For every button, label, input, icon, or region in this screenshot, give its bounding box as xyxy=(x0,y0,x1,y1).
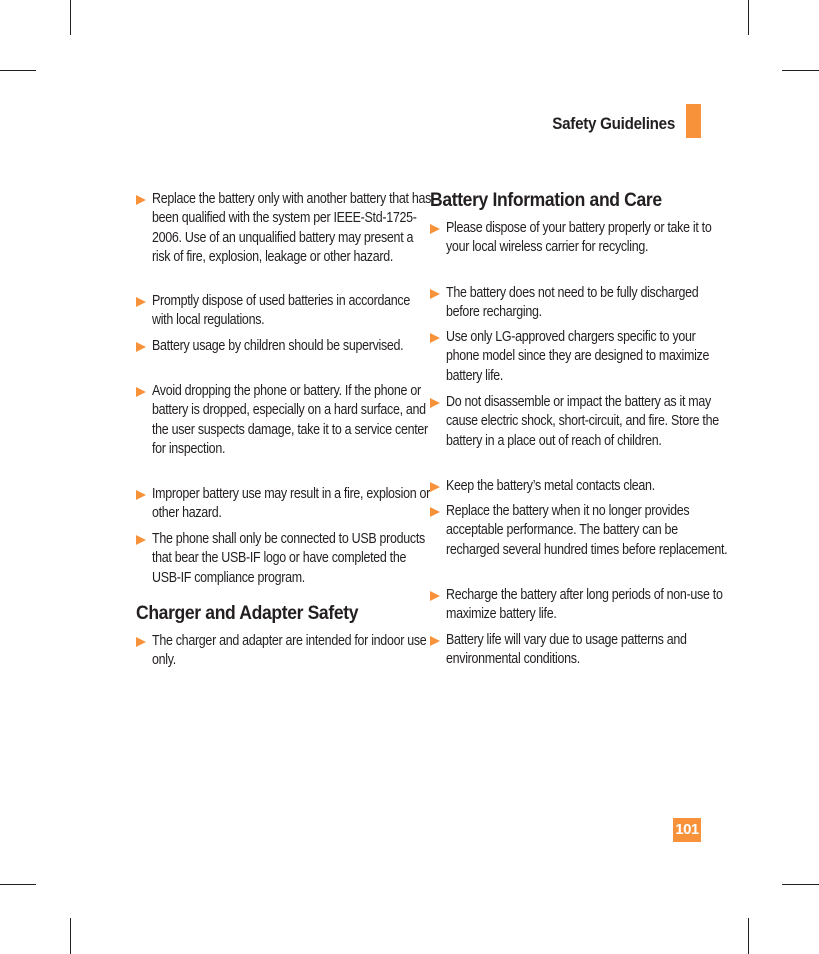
crop-mark-bottom-right-horizontal xyxy=(782,884,819,885)
bullet-arrow-icon xyxy=(136,195,146,205)
bullet-arrow-icon xyxy=(136,342,146,352)
crop-mark-top-right-horizontal xyxy=(782,70,819,71)
bullet-item: Use only LG-approved chargers specific t… xyxy=(430,328,710,386)
crop-mark-bottom-left-horizontal xyxy=(0,884,36,885)
bullet-item: Replace the battery when it no longer pr… xyxy=(430,502,728,560)
crop-mark-bottom-left-vertical xyxy=(70,918,71,954)
crop-mark-bottom-right-vertical xyxy=(748,918,749,954)
bullet-arrow-icon xyxy=(430,289,440,299)
bullet-arrow-icon xyxy=(136,535,146,545)
bullet-arrow-icon xyxy=(136,297,146,307)
bullet-arrow-icon xyxy=(136,637,146,647)
crop-mark-top-left-horizontal xyxy=(0,70,36,71)
bullet-arrow-icon xyxy=(430,398,440,408)
bullet-arrow-icon xyxy=(430,507,440,517)
bullet-arrow-icon xyxy=(430,482,440,492)
bullet-arrow-icon xyxy=(136,387,146,397)
bullet-item: Keep the battery’s metal contacts clean. xyxy=(430,477,710,496)
bullet-item: Please dispose of your battery properly … xyxy=(430,219,712,258)
bullet-item: Do not disassemble or impact the battery… xyxy=(430,393,719,451)
crop-mark-top-right-vertical xyxy=(748,0,749,35)
crop-mark-top-left-vertical xyxy=(70,0,71,35)
section-heading-battery: Battery Information and Care xyxy=(430,189,662,211)
bullet-item: Battery usage by children should be supe… xyxy=(136,337,411,356)
bullet-item: Battery life will vary due to usage patt… xyxy=(430,631,710,670)
bullet-item: Recharge the battery after long periods … xyxy=(430,586,723,625)
bullet-item: Replace the battery only with another ba… xyxy=(136,190,431,268)
bullet-arrow-icon xyxy=(430,636,440,646)
bullet-arrow-icon xyxy=(136,490,146,500)
bullet-item: Promptly dispose of used batteries in ac… xyxy=(136,292,411,331)
running-header-title: Safety Guidelines xyxy=(552,115,675,133)
bullet-arrow-icon xyxy=(430,591,440,601)
bullet-item: Improper battery use may result in a fir… xyxy=(136,485,430,524)
bullet-item: The phone shall only be connected to USB… xyxy=(136,530,425,588)
page-number: 101 xyxy=(673,818,701,842)
section-heading-charger: Charger and Adapter Safety xyxy=(136,602,359,624)
bullet-item: The charger and adapter are intended for… xyxy=(136,632,427,671)
bullet-item: The battery does not need to be fully di… xyxy=(430,284,710,323)
bullet-arrow-icon xyxy=(430,224,440,234)
header-accent-tab xyxy=(686,104,701,138)
bullet-arrow-icon xyxy=(430,333,440,343)
bullet-item: Avoid dropping the phone or battery. If … xyxy=(136,382,428,460)
